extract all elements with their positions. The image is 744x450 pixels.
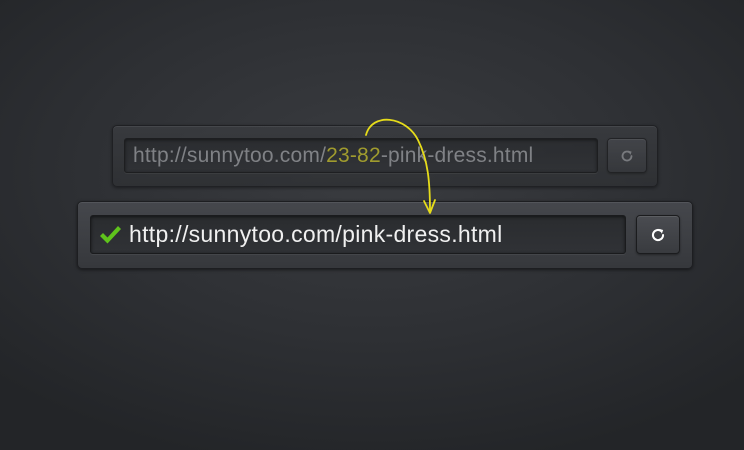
old-url-field[interactable]: http://sunnytoo.com/23-82-pink-dress.htm… bbox=[124, 138, 598, 173]
new-url-text: http://sunnytoo.com/pink-dress.html bbox=[129, 221, 503, 247]
refresh-button[interactable] bbox=[636, 215, 680, 254]
old-url-id-highlight: 23-82 bbox=[326, 143, 381, 167]
refresh-icon bbox=[651, 228, 665, 241]
old-url-prefix: http://sunnytoo.com/ bbox=[133, 143, 327, 167]
new-url-bar: http://sunnytoo.com/pink-dress.html bbox=[77, 201, 693, 269]
new-url-field[interactable]: http://sunnytoo.com/pink-dress.html bbox=[90, 215, 626, 254]
refresh-icon bbox=[621, 150, 633, 161]
check-icon bbox=[97, 222, 123, 248]
old-url-text: http://sunnytoo.com/23-82-pink-dress.htm… bbox=[125, 144, 533, 168]
old-url-bar: http://sunnytoo.com/23-82-pink-dress.htm… bbox=[112, 125, 658, 187]
old-refresh-button[interactable] bbox=[607, 138, 647, 173]
old-url-suffix: -pink-dress.html bbox=[380, 143, 534, 167]
